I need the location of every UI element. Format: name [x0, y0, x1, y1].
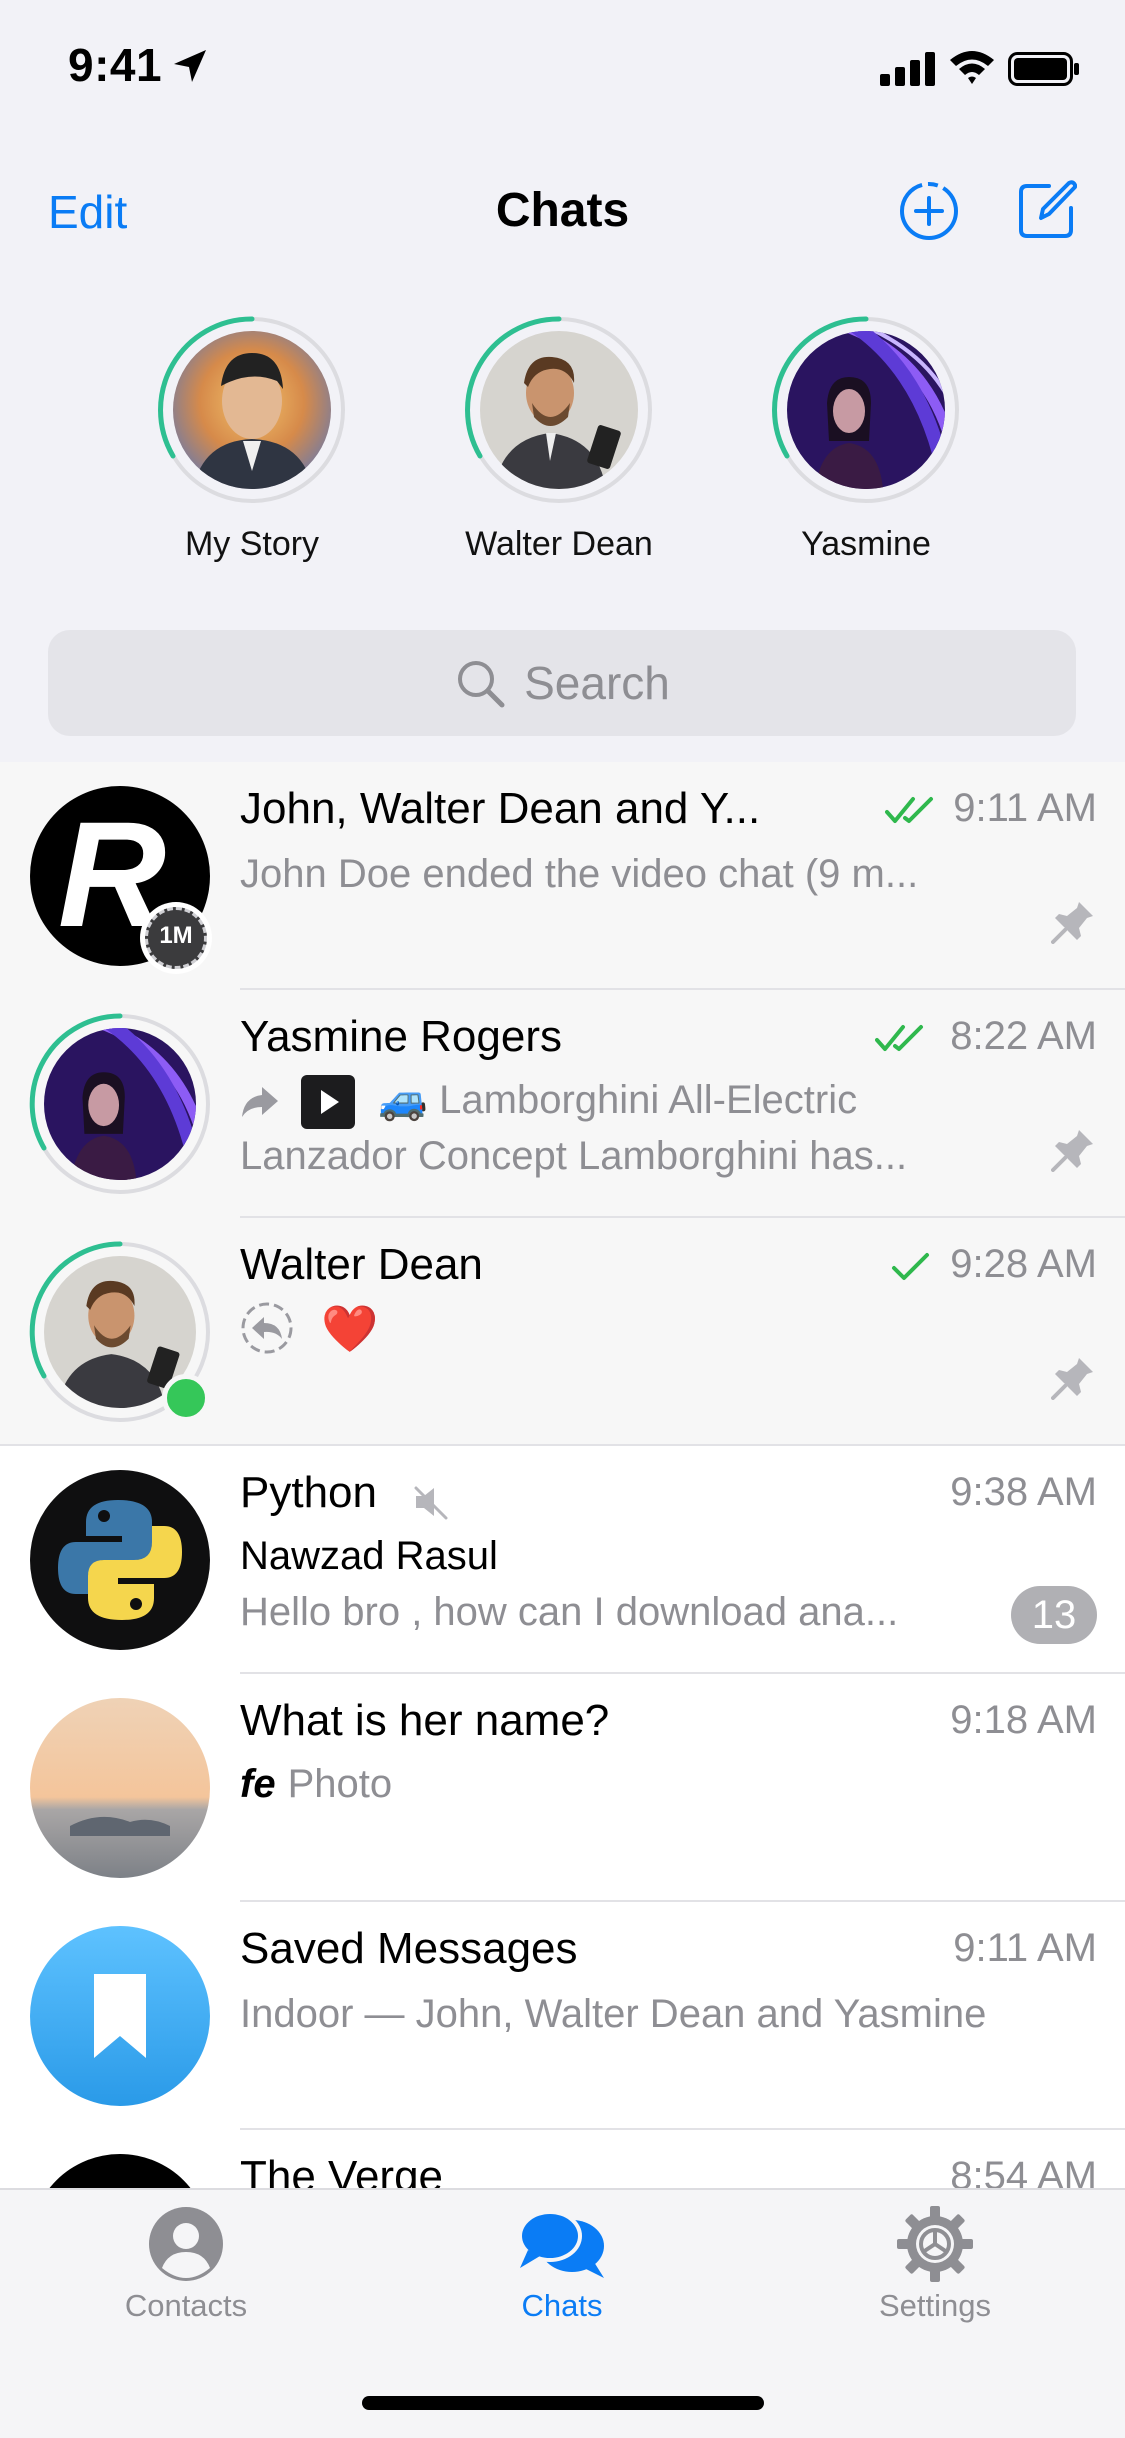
compose-icon[interactable]: [1015, 178, 1079, 242]
chat-row[interactable]: Yasmine Rogers 8:22 AM 🚙 Lamborghini All…: [0, 990, 1125, 1218]
chat-preview: fe Photo: [240, 1756, 1030, 1812]
chat-preview: John Doe ended the video chat (9 m...: [240, 852, 919, 896]
wifi-icon: [950, 51, 994, 84]
tab-contacts[interactable]: Contacts: [66, 2204, 306, 2324]
story-name: Yasmine: [801, 525, 931, 563]
avatar: [44, 1028, 196, 1180]
chat-row[interactable]: Saved Messages 9:11 AM Indoor — John, Wa…: [0, 1902, 1125, 2130]
chat-sender: Nawzad Rasul: [240, 1534, 498, 1578]
member-count-badge: 1M: [140, 902, 212, 974]
status-time: 9:41: [68, 39, 163, 91]
avatar: [480, 331, 638, 489]
single-check-icon: [892, 1253, 929, 1280]
member-count: 1M: [159, 922, 193, 949]
chat-time: 9:38 AM: [950, 1470, 1097, 1514]
chat-bubbles-icon: [518, 2210, 604, 2278]
avatar: [30, 1470, 210, 1650]
chat-preview: Hello bro , how can I download ana...: [240, 1590, 899, 1634]
chat-row[interactable]: What is her name? 9:18 AM fe Photo: [0, 1674, 1125, 1902]
search-icon: [458, 661, 505, 708]
chat-time: 9:18 AM: [950, 1698, 1097, 1742]
battery-icon: [1008, 52, 1079, 86]
chat-row[interactable]: Walter Dean 9:28 AM ❤️: [0, 1218, 1125, 1446]
story-walter-dean[interactable]: Walter Dean: [444, 315, 674, 564]
chat-title: What is her name?: [240, 1696, 610, 1745]
double-check-icon: [885, 797, 933, 823]
tab-settings[interactable]: Settings: [815, 2204, 1055, 2324]
search-placeholder: Search: [524, 657, 670, 709]
stories-row: My Story Walter Dean Yasmine: [0, 315, 1125, 575]
chat-row[interactable]: Python 9:38 AM Nawzad Rasul Hello bro , …: [0, 1446, 1125, 1674]
tab-label: Chats: [521, 2288, 603, 2323]
pin-icon: [1051, 902, 1093, 944]
muted-icon: [414, 1486, 448, 1520]
python-logo-icon: [58, 1500, 182, 1620]
reply-story-icon: [241, 1302, 293, 1354]
chat-time: 8:22 AM: [950, 1014, 1097, 1058]
location-arrow-icon: [174, 50, 206, 82]
cellular-signal-icon: [880, 52, 935, 86]
nav-bar: Edit Chats: [0, 150, 1125, 270]
online-indicator: [162, 1374, 210, 1422]
chat-title: John, Walter Dean and Y...: [240, 784, 761, 833]
avatar: [173, 331, 331, 489]
avatar: [787, 331, 945, 489]
preview-text: Photo: [287, 1762, 393, 1806]
story-my-story[interactable]: My Story: [137, 315, 367, 564]
video-thumbnail-icon: [301, 1075, 356, 1130]
story-name: My Story: [184, 525, 320, 563]
chat-preview: 🚙 Lamborghini All-Electric: [240, 1072, 1030, 1130]
chat-preview: Indoor — John, Walter Dean and Yasmine: [240, 1992, 987, 2036]
home-indicator: [362, 2396, 764, 2410]
story-yasmine[interactable]: Yasmine: [751, 315, 981, 564]
new-story-button[interactable]: [898, 180, 960, 242]
chat-time: 9:11 AM: [953, 786, 1097, 830]
heart-emoji: ❤️: [321, 1302, 379, 1355]
chat-preview: ❤️: [240, 1298, 1030, 1356]
avatar: [30, 1926, 210, 2106]
chat-time: 9:11 AM: [953, 1926, 1097, 1970]
person-circle-icon: [149, 2207, 223, 2281]
bookmark-icon: [94, 1974, 146, 2058]
chat-title: Saved Messages: [240, 1924, 578, 1973]
pin-icon: [1051, 1130, 1093, 1172]
forward-icon: [242, 1087, 278, 1118]
pin-icon: [1051, 1358, 1093, 1400]
preview-line: 🚙 Lamborghini All-Electric: [378, 1078, 858, 1122]
gear-icon: [897, 2206, 973, 2282]
status-bar: 9:41: [0, 0, 1125, 135]
double-check-icon: [875, 1025, 923, 1051]
tab-label: Contacts: [124, 2288, 248, 2323]
chat-title: Walter Dean: [240, 1240, 483, 1289]
chat-time: 9:28 AM: [950, 1242, 1097, 1286]
story-name: Walter Dean: [465, 525, 653, 563]
unread-badge: 13: [1011, 1586, 1097, 1644]
search-input[interactable]: Search: [48, 630, 1076, 736]
avatar: [30, 1698, 210, 1878]
chat-preview-line2: Lanzador Concept Lamborghini has...: [240, 1134, 908, 1178]
chat-title: Yasmine Rogers: [240, 1012, 562, 1061]
photo-thumbnail: fe: [240, 1762, 276, 1806]
chat-row[interactable]: R 1M John, Walter Dean and Y... 9:11 AM …: [0, 762, 1125, 990]
chat-title: Python: [240, 1468, 377, 1517]
tab-label: Settings: [878, 2288, 991, 2323]
tab-chats[interactable]: Chats: [442, 2204, 682, 2324]
